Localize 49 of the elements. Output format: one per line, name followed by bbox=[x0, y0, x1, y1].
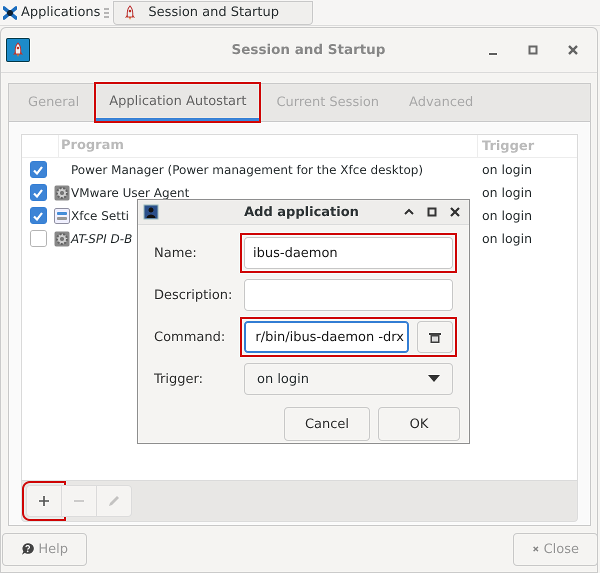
field-label: Name: bbox=[154, 246, 198, 260]
dialog-title: Add application bbox=[243, 204, 360, 220]
dropdown-arrow-icon bbox=[428, 375, 440, 383]
command-field[interactable]: r/bin/ibus-daemon -drx bbox=[244, 321, 409, 353]
table-cell: VMware User Agent bbox=[71, 186, 190, 200]
checkmark-icon bbox=[32, 210, 44, 222]
checkbox[interactable] bbox=[30, 230, 46, 247]
separator-handle-icon bbox=[104, 6, 110, 18]
person-icon bbox=[142, 203, 160, 221]
close-icon[interactable] bbox=[449, 206, 461, 218]
checkbox[interactable] bbox=[30, 207, 46, 224]
table-cell: AT-SPI D-B bbox=[71, 232, 132, 246]
xfce-logo-icon bbox=[3, 6, 17, 20]
applications-menu[interactable]: Applications bbox=[0, 5, 100, 20]
table-cell-text: on login bbox=[481, 208, 533, 223]
checkbox[interactable] bbox=[30, 161, 46, 178]
checkbox[interactable] bbox=[30, 184, 46, 201]
input-field[interactable]: ibus-daemon bbox=[244, 237, 453, 269]
checkmark-icon bbox=[32, 164, 44, 176]
speech-bubble-icon bbox=[21, 542, 34, 556]
window-title: Session and Startup bbox=[230, 42, 386, 58]
field-label: Command: bbox=[154, 330, 226, 344]
close-button[interactable]: Close bbox=[513, 532, 598, 566]
plus-icon bbox=[37, 494, 51, 508]
gear-icon bbox=[54, 230, 70, 246]
pencil-icon bbox=[107, 494, 121, 508]
ok-button[interactable]: OK bbox=[378, 407, 460, 441]
close-icon[interactable] bbox=[567, 44, 579, 56]
gear-icon bbox=[54, 184, 70, 200]
trigger-dropdown[interactable]: on login bbox=[244, 363, 453, 395]
table-cell-text: on login bbox=[481, 162, 533, 177]
taskbar-button[interactable]: Session and Startup bbox=[113, 0, 314, 24]
input-field[interactable] bbox=[244, 279, 453, 311]
table-cell-text: on login bbox=[481, 185, 533, 200]
table-cell: Xfce Setti bbox=[71, 208, 129, 222]
maximize-icon[interactable] bbox=[426, 206, 438, 218]
folder-icon bbox=[428, 330, 442, 344]
table-cell: Power Manager (Power management for the Xfce desktop) bbox=[71, 162, 424, 176]
checkmark-icon bbox=[32, 186, 44, 198]
rocket-icon bbox=[6, 38, 30, 62]
cancel-button[interactable]: Cancel bbox=[284, 407, 370, 441]
browse-button[interactable] bbox=[417, 321, 453, 353]
settings-icon bbox=[54, 208, 70, 224]
field-label: Trigger: bbox=[154, 372, 204, 386]
maximize-icon[interactable] bbox=[527, 44, 539, 56]
help-button[interactable]: Help bbox=[2, 532, 87, 566]
table-cell-text: on login bbox=[481, 231, 533, 246]
tab[interactable]: Application Autostart bbox=[96, 84, 260, 121]
field-label: Description: bbox=[154, 288, 234, 302]
